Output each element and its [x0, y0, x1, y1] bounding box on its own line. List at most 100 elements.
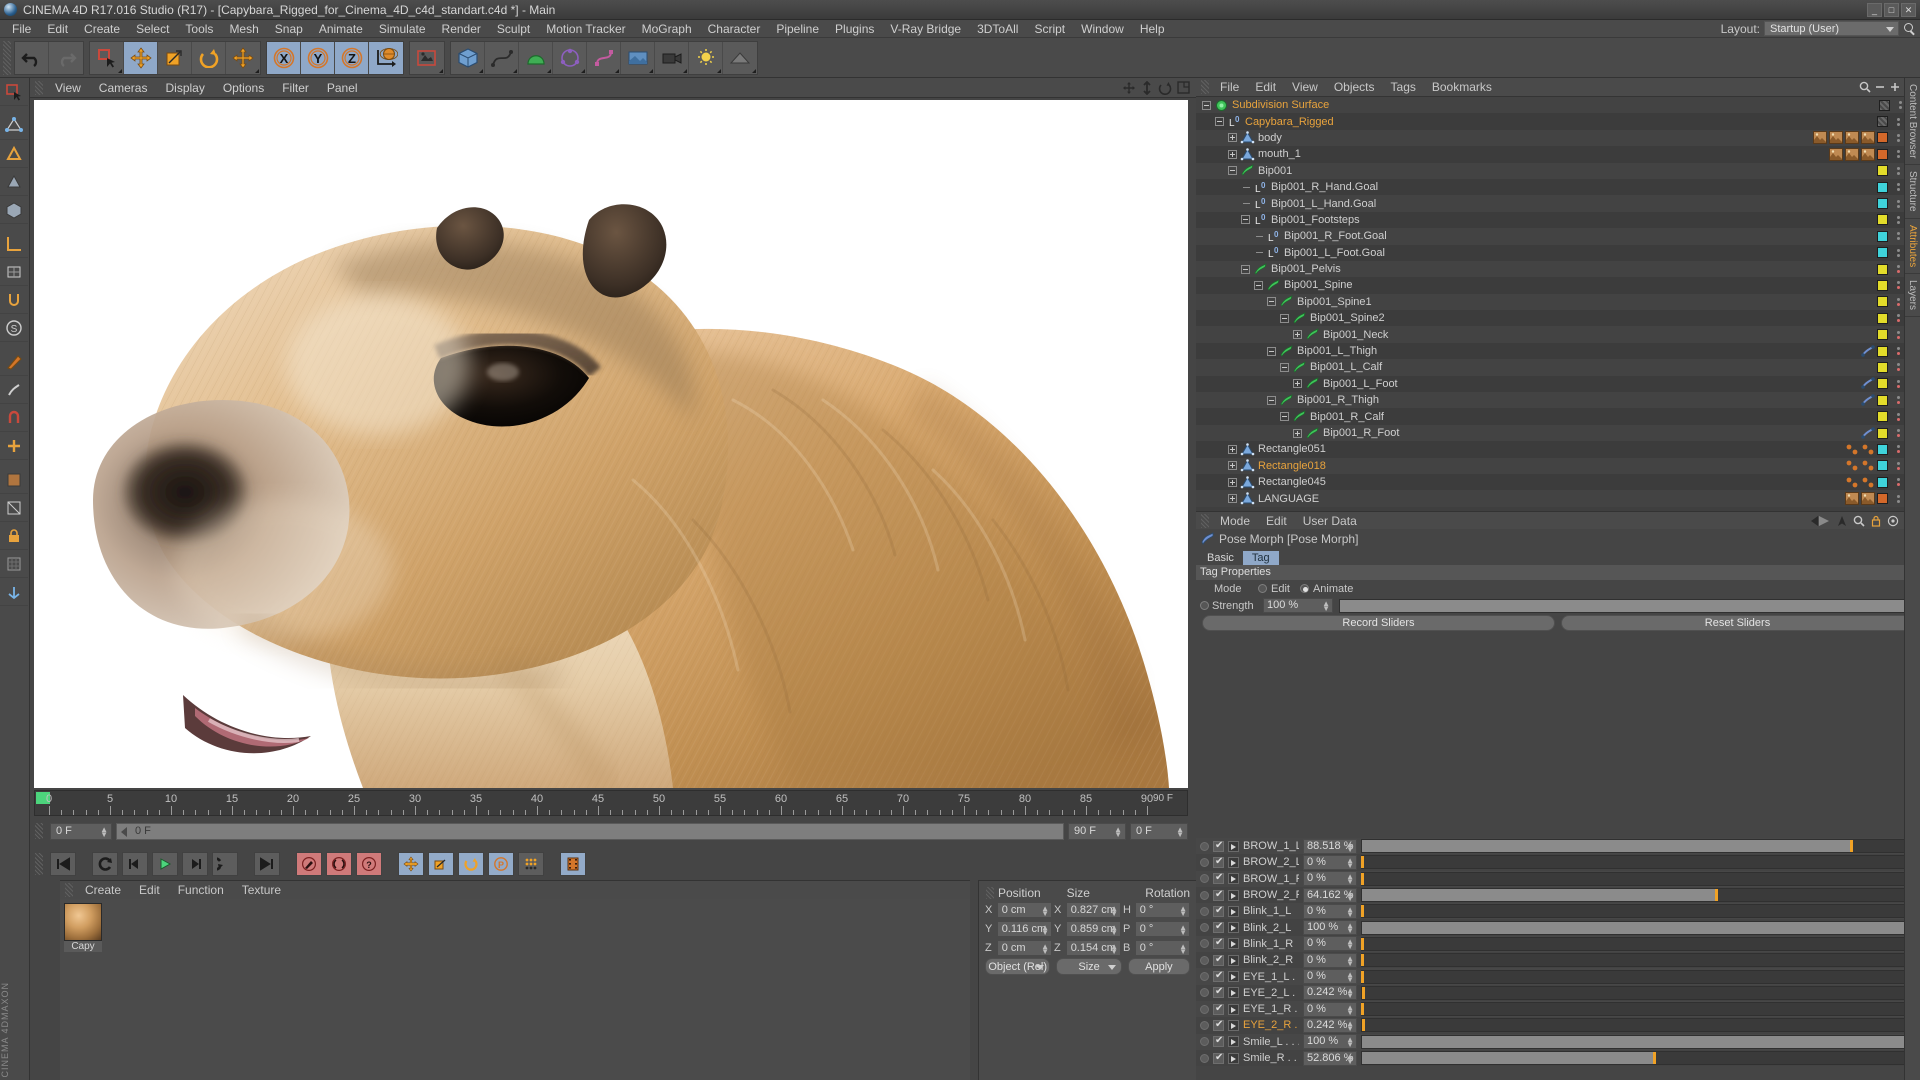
autokey-button[interactable] — [326, 852, 352, 876]
morph-value-field[interactable]: 0 % ▲ ▼ — [1303, 936, 1357, 952]
twirl-box[interactable] — [1267, 395, 1276, 405]
twirl-toggle[interactable] — [1228, 477, 1239, 488]
tool-uv-icon[interactable] — [0, 494, 28, 522]
step-forward-button[interactable] — [182, 852, 208, 876]
morph-enable-checkbox[interactable] — [1213, 937, 1224, 950]
strength-slider[interactable] — [1339, 598, 1916, 613]
object-visibility-swatch[interactable] — [1878, 99, 1890, 111]
spinner-icon[interactable]: ▲ ▼ — [1179, 942, 1187, 955]
morph-slider[interactable] — [1360, 871, 1916, 886]
menu-3dtoall[interactable]: 3DToAll — [969, 20, 1026, 38]
deformer-button[interactable] — [587, 41, 621, 74]
size-y-field[interactable]: 0.859 cm ▲ ▼ — [1065, 920, 1121, 937]
object-visibility-dots[interactable] — [1897, 248, 1900, 257]
morph-slider-knob[interactable] — [1361, 1019, 1365, 1032]
twirl-toggle[interactable] — [1215, 116, 1226, 127]
menu-select[interactable]: Select — [128, 20, 177, 38]
current-frame-field[interactable]: 0 F ▲ ▼ — [50, 822, 112, 840]
viewport-grip[interactable] — [35, 80, 43, 95]
object-visibility-dots[interactable] — [1897, 314, 1900, 323]
object-color-swatch[interactable] — [1877, 148, 1888, 160]
spinner-icon[interactable]: ▲ ▼ — [1110, 942, 1118, 955]
object-visibility-dots[interactable] — [1897, 478, 1900, 487]
object-visibility-dots[interactable] — [1897, 297, 1900, 306]
object-visibility-dots[interactable] — [1897, 429, 1900, 437]
object-row[interactable]: LANGUAGE — [1196, 490, 1920, 507]
object-color-swatch[interactable] — [1877, 411, 1888, 423]
spinner-icon[interactable]: ▲ ▼ — [1346, 840, 1354, 853]
move-tool[interactable] — [124, 41, 158, 74]
menu-edit[interactable]: Edit — [39, 20, 76, 38]
timeline-window-button[interactable] — [560, 852, 586, 876]
position-z-field[interactable]: 0 cm ▲ ▼ — [996, 939, 1052, 956]
morph-track-toggle[interactable] — [1200, 988, 1209, 998]
object-manager-grip[interactable] — [1201, 80, 1209, 94]
morph-value-field[interactable]: 100 % ▲ ▼ — [1303, 920, 1357, 936]
transport-grip[interactable] — [35, 853, 43, 875]
twirl-box[interactable] — [1254, 280, 1263, 290]
object-color-swatch[interactable] — [1877, 132, 1888, 144]
morph-row[interactable]: Blink_1_L 0 % ▲▼ — [1196, 903, 1920, 920]
morph-slider-knob[interactable] — [1360, 872, 1364, 885]
morph-enable-checkbox[interactable] — [1213, 1003, 1224, 1015]
size-x-field[interactable]: 0.827 cm ▲ ▼ — [1065, 901, 1121, 918]
viewport-nav-icons[interactable] — [1122, 80, 1196, 95]
object-row[interactable]: mouth_1 — [1196, 146, 1920, 163]
spinner-icon[interactable]: ▲ ▼ — [1346, 1036, 1354, 1049]
undo-button[interactable] — [15, 41, 49, 74]
morph-row[interactable]: BROW_2_L 0 % ▲▼ — [1196, 854, 1920, 871]
morph-row[interactable]: BROW_2_R 64.162 %▲▼ — [1196, 886, 1920, 904]
viewport-menu-cameras[interactable]: Cameras — [90, 78, 157, 98]
object-color-swatch[interactable] — [1877, 427, 1888, 439]
step-back-button[interactable] — [122, 852, 148, 876]
twirl-box[interactable] — [1293, 428, 1302, 438]
morph-track-toggle[interactable] — [1200, 1037, 1209, 1047]
object-row[interactable]: Bip001_L_Thigh — [1196, 342, 1920, 360]
twirl-box[interactable] — [1228, 166, 1237, 176]
close-button[interactable]: ✕ — [1901, 2, 1916, 17]
search-icon[interactable] — [1903, 22, 1917, 36]
morph-enable-checkbox[interactable] — [1213, 1052, 1224, 1064]
go-to-previous-key-button[interactable] — [92, 852, 118, 876]
object-visibility-dots[interactable] — [1897, 396, 1900, 405]
object-visibility-swatch[interactable] — [1877, 116, 1888, 128]
object-row[interactable]: L 0 Capybara_Rigged — [1196, 113, 1920, 130]
spinner-icon[interactable]: ▲ ▼ — [1346, 1052, 1354, 1065]
spinner-icon[interactable]: ▲ ▼ — [1346, 1003, 1354, 1016]
morph-enable-checkbox[interactable] — [1213, 905, 1224, 917]
morph-row[interactable]: EYE_2_L . . . 0.242 %▲▼ — [1196, 984, 1920, 1001]
twirl-toggle[interactable] — [1280, 313, 1291, 324]
spinner-icon[interactable]: ▲ ▼ — [1041, 923, 1049, 936]
object-visibility-dots[interactable] — [1897, 232, 1900, 241]
menu-simulate[interactable]: Simulate — [371, 20, 434, 38]
rotation-b-field[interactable]: 0 ° ▲ ▼ — [1134, 939, 1190, 956]
morph-track-toggle[interactable] — [1200, 857, 1209, 867]
twirl-toggle[interactable] — [1228, 132, 1239, 143]
object-row[interactable]: L 0 Bip001_L_Hand.Goal — [1196, 195, 1920, 212]
object-visibility-dots[interactable] — [1897, 347, 1900, 356]
tool-magnet-icon[interactable] — [0, 404, 28, 432]
menu-help[interactable]: Help — [1132, 20, 1173, 38]
morph-track-toggle[interactable] — [1200, 939, 1209, 949]
object-row[interactable]: Bip001_R_Thigh — [1196, 392, 1920, 409]
timeline-ruler[interactable]: 0 5 10 15 20 25 30 35 40 45 50 55 60 65 70 75 80 85 90 90 F — [34, 790, 1188, 816]
morph-row[interactable]: Blink_2_R 0 % ▲▼ — [1196, 952, 1920, 969]
position-y-field[interactable]: 0.116 cm ▲ ▼ — [996, 920, 1052, 937]
twirl-box[interactable] — [1293, 379, 1302, 389]
object-color-swatch[interactable] — [1877, 247, 1888, 259]
spinner-icon[interactable]: ▲ ▼ — [1346, 905, 1354, 918]
right-frame-field[interactable]: 0 F ▲ ▼ — [1130, 822, 1188, 840]
pose-morph-slider-list[interactable]: BROW_1_L 88.518 %▲▼ BROW_2_L 0 % ▲▼ BROW_1_R 0… — [1196, 838, 1920, 1080]
object-menu-file[interactable]: File — [1212, 78, 1247, 96]
morph-slider-knob[interactable] — [1652, 1052, 1656, 1064]
object-visibility-dots[interactable] — [1897, 494, 1900, 503]
spinner-icon[interactable]: ▲ ▼ — [1346, 922, 1354, 935]
menu-tools[interactable]: Tools — [177, 20, 221, 38]
morph-row[interactable]: BROW_1_L 88.518 %▲▼ — [1196, 838, 1920, 855]
object-color-swatch[interactable] — [1877, 476, 1888, 488]
object-visibility-dots[interactable] — [1897, 199, 1900, 208]
morph-value-field[interactable]: 0 % ▲ ▼ — [1303, 1001, 1357, 1017]
morph-value-field[interactable]: 0 % ▲ ▼ — [1303, 854, 1357, 870]
floor-button[interactable] — [723, 41, 757, 74]
object-menu-objects[interactable]: Objects — [1326, 78, 1383, 96]
